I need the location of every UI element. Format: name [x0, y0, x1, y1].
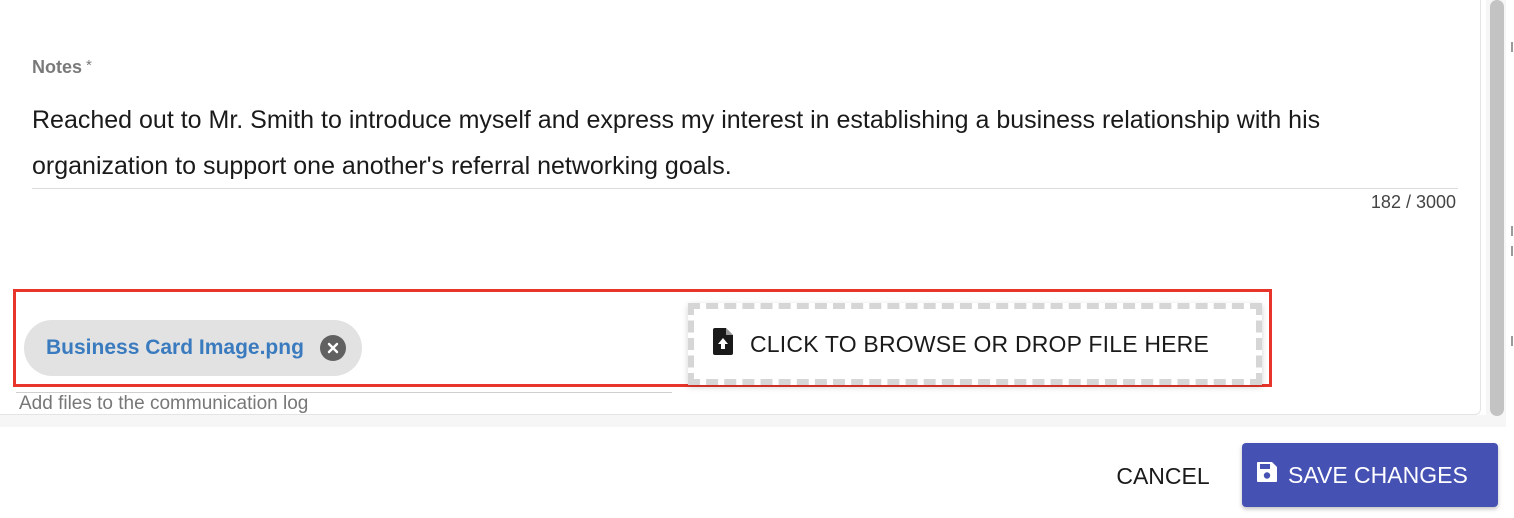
floppy-disk-icon [1256, 461, 1278, 489]
file-dropzone[interactable]: CLICK TO BROWSE OR DROP FILE HERE [688, 303, 1262, 385]
character-counter: 182 / 3000 [1370, 192, 1456, 212]
file-upload-icon [712, 328, 734, 360]
close-circle-icon[interactable] [319, 335, 346, 361]
required-marker: * [86, 57, 92, 74]
edge-indicator [1510, 0, 1514, 427]
scrollbar-thumb[interactable] [1490, 0, 1504, 416]
cancel-button[interactable]: CANCEL [1096, 452, 1230, 500]
card-footer-strip [0, 415, 1486, 427]
dropzone-label: CLICK TO BROWSE OR DROP FILE HERE [750, 330, 1210, 357]
file-chip[interactable]: Business Card Image.png [24, 320, 362, 376]
save-changes-label: SAVE CHANGES [1288, 461, 1468, 488]
files-helper-text: Add files to the communication log [19, 393, 309, 414]
notes-label: Notes * [32, 57, 92, 78]
file-chip-label: Business Card Image.png [46, 336, 304, 359]
notes-underline [32, 188, 1458, 189]
dialog-page: Notes * Reached out to Mr. Smith to intro… [0, 0, 1514, 518]
save-changes-button[interactable]: SAVE CHANGES [1242, 443, 1498, 507]
notes-label-text: Notes [32, 57, 83, 77]
notes-textarea[interactable]: Reached out to Mr. Smith to introduce my… [32, 97, 1462, 189]
